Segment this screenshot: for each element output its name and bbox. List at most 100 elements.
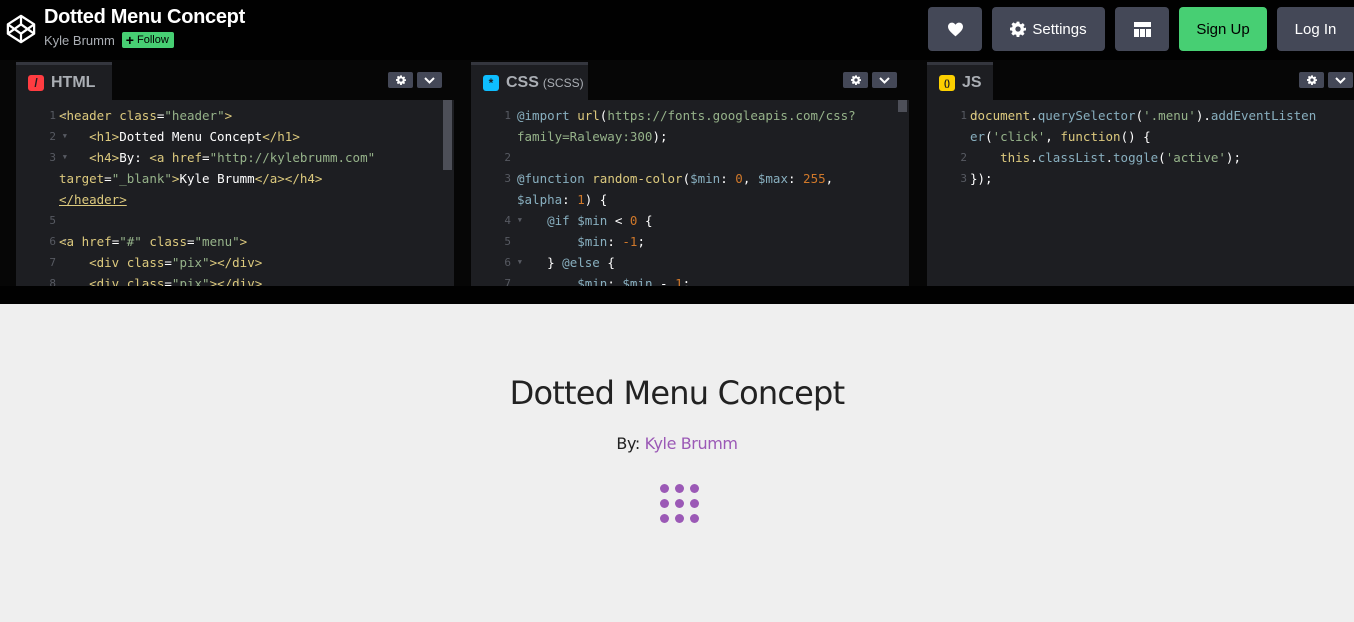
menu-dot xyxy=(675,499,684,508)
code-text: <h1>Dotted Menu Concept</h1> xyxy=(89,129,300,144)
code-text: $min: $min - 1; xyxy=(577,276,691,286)
code-text: family=Raleway:300); xyxy=(517,129,668,144)
code-line: 5 xyxy=(16,210,454,231)
code-text: this.classList.toggle('active'); xyxy=(1000,150,1241,165)
css-editor-panel: * CSS (SCSS) 1 @import url(https://fonts.… xyxy=(471,62,909,286)
html-scrollbar[interactable] xyxy=(443,100,452,170)
menu-dot xyxy=(660,484,669,493)
line-number: 3 xyxy=(960,172,967,185)
pen-author-link[interactable]: Kyle Brumm xyxy=(44,33,115,48)
html-collapse-button[interactable] xyxy=(417,72,442,88)
line-number: 4 ▼ xyxy=(471,210,522,231)
code-text: <header class="header"> xyxy=(59,108,233,123)
code-line: 1 @import url(https://fonts.googleapis.co… xyxy=(471,105,909,126)
css-icon: * xyxy=(483,74,499,91)
chevron-down-icon xyxy=(424,76,435,84)
menu-dot xyxy=(675,514,684,523)
editor-area: / HTML 1 ▼ <header class="header"> 2 ▼ <h1>D… xyxy=(0,60,1354,286)
code-line: 3 ▼ <h4>By: <a href="http://kylebrumm.com… xyxy=(16,147,454,168)
code-text: @if $min < 0 { xyxy=(547,213,653,228)
line-number: 7 xyxy=(49,256,56,269)
html-editor-header: / HTML xyxy=(16,62,454,100)
menu-dot xyxy=(675,484,684,493)
code-text: <h4>By: <a href="http://kylebrumm.com" xyxy=(89,150,376,165)
js-code-editor[interactable]: 1 ▼ document.querySelector('.menu').addEve… xyxy=(927,100,1354,286)
line-number: 5 xyxy=(49,214,56,227)
follow-label: Follow xyxy=(136,34,169,46)
code-text: @function random-color($min: 0, $max: 25… xyxy=(517,171,834,186)
sign-up-button[interactable]: Sign Up xyxy=(1179,7,1267,51)
js-settings-button[interactable] xyxy=(1299,72,1324,88)
dotted-menu-button[interactable] xyxy=(660,484,702,526)
code-text: <div class="pix"></div> xyxy=(89,276,263,286)
tab-html[interactable]: / HTML xyxy=(16,62,112,100)
code-text: er('click', function() { xyxy=(970,129,1151,144)
css-collapse-button[interactable] xyxy=(872,72,897,88)
css-code-editor[interactable]: 1 @import url(https://fonts.googleapis.co… xyxy=(471,100,909,286)
change-view-button[interactable] xyxy=(1115,7,1169,51)
line-number: 6 ▼ xyxy=(471,252,522,273)
tab-css-label: CSS xyxy=(506,73,539,91)
heart-button[interactable] xyxy=(928,7,982,51)
code-line: family=Raleway:300); xyxy=(471,126,909,147)
plus-icon: + xyxy=(125,32,134,48)
resize-handle[interactable] xyxy=(0,286,1354,304)
pen-header: Dotted Menu Concept Kyle Brumm + Follow … xyxy=(0,0,1354,60)
settings-button[interactable]: Settings xyxy=(992,7,1105,51)
code-line: er('click', function() { xyxy=(927,126,1354,147)
gear-icon xyxy=(1010,21,1027,37)
line-number: 2 xyxy=(960,151,967,164)
code-line: 6 ▼ <a href="#" class="menu"> xyxy=(16,231,454,252)
code-text: <div class="pix"></div> xyxy=(89,255,263,270)
code-line: 2 this.classList.toggle('active'); xyxy=(927,147,1354,168)
result-preview: Dotted Menu Concept By: Kyle Brumm xyxy=(0,304,1354,622)
code-line: 5 $min: -1; xyxy=(471,231,909,252)
tab-html-label: HTML xyxy=(51,73,96,91)
log-in-button[interactable]: Log In xyxy=(1277,7,1354,51)
tab-js-label: JS xyxy=(962,73,982,91)
line-number: 3 ▼ xyxy=(16,147,67,168)
code-line: 2 ▼ <h1>Dotted Menu Concept</h1> xyxy=(16,126,454,147)
code-text: }); xyxy=(970,171,993,186)
code-line: 7 $min: $min - 1; xyxy=(471,273,909,286)
settings-label: Settings xyxy=(1032,20,1087,38)
tab-css[interactable]: * CSS (SCSS) xyxy=(471,62,588,100)
code-line: 4 ▼ @if $min < 0 { xyxy=(471,210,909,231)
codepen-logo-icon[interactable] xyxy=(6,13,36,45)
code-line: 1 ▼ document.querySelector('.menu').addEve… xyxy=(927,105,1354,126)
code-text: $alpha: 1) { xyxy=(517,192,608,207)
html-settings-button[interactable] xyxy=(388,72,413,88)
line-number: 6 ▼ xyxy=(16,231,67,252)
gear-icon xyxy=(1306,75,1317,85)
code-line: target="_blank">Kyle Brumm</a></h4> xyxy=(16,168,454,189)
js-icon: () xyxy=(939,74,955,91)
heart-icon xyxy=(947,22,963,36)
preview-by-label: By: xyxy=(616,434,645,453)
code-line: 8 <div class="pix"></div> xyxy=(16,273,454,286)
js-collapse-button[interactable] xyxy=(1328,72,1353,88)
menu-dot xyxy=(690,484,699,493)
code-line: $alpha: 1) { xyxy=(471,189,909,210)
code-text: </header> xyxy=(59,192,127,207)
code-line: 1 ▼ <header class="header"> xyxy=(16,105,454,126)
tab-css-preprocessor: (SCSS) xyxy=(542,75,584,90)
follow-button[interactable]: + Follow xyxy=(121,32,174,48)
chevron-down-icon xyxy=(1335,76,1346,84)
html-code-editor[interactable]: 1 ▼ <header class="header"> 2 ▼ <h1>Dotted M… xyxy=(16,100,454,286)
line-number: 2 xyxy=(504,151,511,164)
gear-icon xyxy=(850,75,861,85)
js-editor-header: () JS xyxy=(927,62,1354,100)
preview-author-link[interactable]: Kyle Brumm xyxy=(645,434,738,453)
code-text: target="_blank">Kyle Brumm</a></h4> xyxy=(59,171,323,186)
css-settings-button[interactable] xyxy=(843,72,868,88)
menu-dot xyxy=(660,514,669,523)
code-text: $min: -1; xyxy=(577,234,645,249)
code-line: 6 ▼ } @else { xyxy=(471,252,909,273)
line-number: 1 xyxy=(504,109,511,122)
tab-js[interactable]: () JS xyxy=(927,62,993,100)
author-row: Kyle Brumm + Follow xyxy=(44,32,174,48)
code-text: document.querySelector('.menu').addEvent… xyxy=(970,108,1317,123)
line-number: 3 ▼ xyxy=(471,168,522,189)
css-scrollbar[interactable] xyxy=(898,100,907,112)
code-text: } @else { xyxy=(547,255,615,270)
